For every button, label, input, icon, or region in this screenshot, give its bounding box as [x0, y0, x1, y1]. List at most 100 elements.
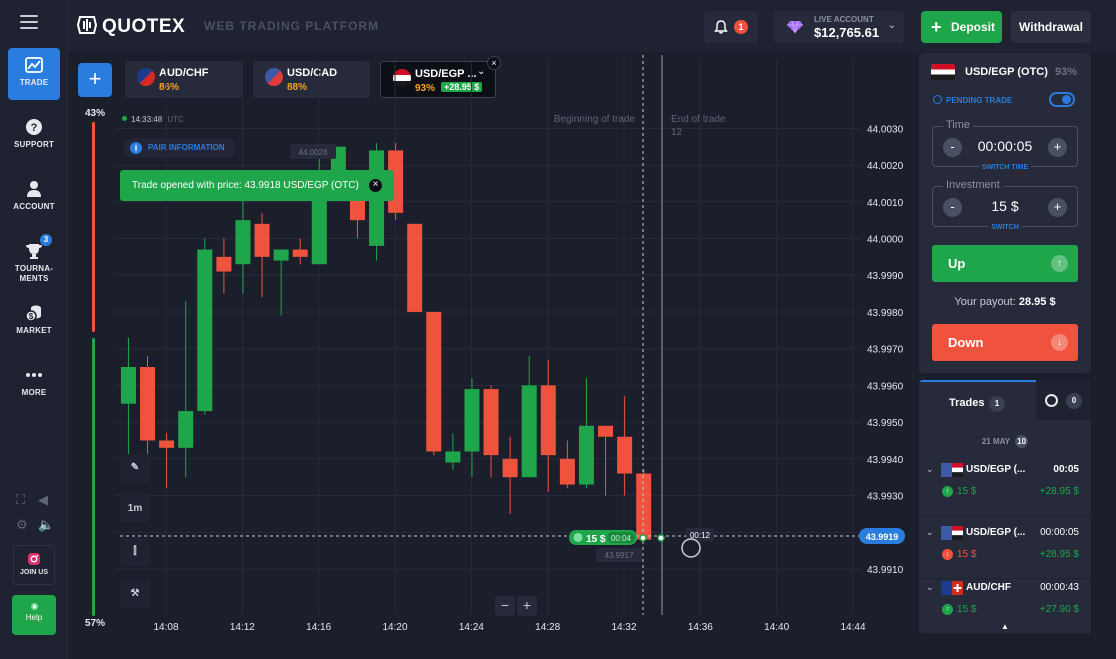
entry-marker-box: [596, 547, 642, 562]
y-tick-label: 43.9930: [867, 492, 904, 503]
notifications-button[interactable]: 1: [704, 11, 758, 43]
up-button[interactable]: Up ↑: [932, 245, 1078, 282]
menu-icon[interactable]: [20, 15, 38, 29]
close-tab-icon[interactable]: ×: [487, 56, 501, 70]
y-tick-label: 44.0000: [867, 235, 904, 246]
candle-body: [197, 249, 213, 412]
investment-plus-button[interactable]: +: [1048, 198, 1067, 217]
y-tick-label: 43.9950: [867, 418, 904, 429]
date-count-badge: 10: [1015, 435, 1029, 448]
join-us-button[interactable]: JOIN US: [13, 545, 55, 585]
investment-field[interactable]: Investment - 15 $ + SWITCH: [932, 179, 1078, 231]
chart-type-button[interactable]: ⫿: [120, 538, 150, 566]
pending-trade-text: PENDING TRADE: [946, 96, 1013, 105]
pending-trade-toggle[interactable]: [1049, 92, 1075, 107]
tab-history[interactable]: 0: [1036, 380, 1091, 420]
trade-row-profit: +28.95 $: [1039, 486, 1079, 497]
chevron-down-icon[interactable]: ⌄: [477, 66, 485, 77]
sidebar-item-label: MORE: [21, 388, 47, 397]
asset-tab-usdcad[interactable]: USD/CAD 88%: [253, 61, 370, 98]
withdrawal-button[interactable]: Withdrawal: [1011, 11, 1091, 43]
expiry-point: [657, 534, 665, 542]
sidebar-item-tournaments[interactable]: 3 TOURNA- MENTS: [8, 234, 60, 286]
time-plus-button[interactable]: +: [1048, 138, 1067, 157]
fullscreen-icon[interactable]: ⛶: [16, 492, 25, 508]
pair-information-button[interactable]: i PAIR INFORMATION: [124, 138, 235, 158]
back-arrow-icon[interactable]: ◀: [38, 492, 48, 508]
flag-usd-egp-icon: [941, 463, 963, 477]
trade-row-time: 00:00:43: [1040, 582, 1079, 593]
trade-asset-payout: 93%: [1055, 66, 1078, 78]
timer-box: [686, 527, 714, 541]
chevron-down-icon[interactable]: ⌄: [926, 582, 934, 593]
sidebar-item-market[interactable]: $ MARKET: [8, 296, 60, 348]
withdrawal-label: Withdrawal: [1019, 20, 1083, 34]
zoom-out-label: −: [500, 597, 510, 613]
sidebar-item-more[interactable]: MORE: [8, 358, 60, 410]
asset-tab-name: USD/EGP ...: [415, 68, 477, 80]
open-trade-time-box: [607, 531, 635, 543]
trades-tabs: Trades 1 0: [919, 380, 1091, 420]
draw-tool-button[interactable]: ✎: [120, 454, 150, 482]
sidebar-item-support[interactable]: ? SUPPORT: [8, 110, 60, 162]
pencil-icon: ✎: [130, 462, 140, 473]
timezone-label: UTC: [167, 115, 184, 124]
sidebar-item-label: TRADE: [19, 78, 49, 87]
scroll-up-icon[interactable]: ▲: [1001, 622, 1009, 631]
candle-body: [578, 425, 594, 485]
zoom-in-button[interactable]: +: [517, 596, 537, 616]
time-field-label: Time: [943, 119, 974, 131]
deposit-button[interactable]: + Deposit: [921, 11, 1002, 43]
logo-icon: [76, 16, 98, 34]
trade-row[interactable]: ⌄ USD/EGP (... 00:05 ↑ 15 $ +28.95 $: [919, 460, 1091, 516]
candle-body: [159, 440, 175, 448]
sidebar-item-account[interactable]: ACCOUNT: [8, 172, 60, 224]
trade-row[interactable]: ⌄ USD/EGP (... 00:00:05 ↓ 15 $ +28.95 $: [919, 523, 1091, 579]
logo-text: QUOTEX: [102, 16, 186, 37]
close-icon[interactable]: ×: [369, 179, 382, 192]
account-selector[interactable]: LIVE ACCOUNT $12,765.61 ⌄: [774, 11, 904, 43]
down-button[interactable]: Down ↓: [932, 324, 1078, 361]
sidebar-item-label: SUPPORT: [13, 140, 55, 149]
down-label: Down: [948, 335, 984, 350]
sidebar-item-trade[interactable]: TRADE: [8, 48, 60, 100]
chevron-down-icon[interactable]: ⌄: [926, 527, 934, 538]
y-tick-label: 44.0030: [867, 124, 904, 135]
candle-body: [407, 223, 423, 312]
y-tick-label: 43.9980: [867, 308, 904, 319]
switch-time-link[interactable]: SWITCH TIME: [933, 164, 1077, 171]
y-tick-label: 43.9910: [867, 565, 904, 576]
trade-row-amount: 15 $: [957, 549, 977, 560]
switch-label: SWITCH: [988, 224, 1022, 231]
gear-icon[interactable]: ⚙: [16, 517, 28, 533]
candle-body: [598, 425, 614, 437]
tab-trades[interactable]: Trades 1: [919, 380, 1036, 420]
asset-tab-usdegp[interactable]: USD/EGP ... ⌄ 93% +28.95 $ ×: [380, 56, 501, 98]
candle-body: [292, 249, 308, 257]
live-dot-icon: [122, 116, 127, 121]
indicators-icon: ⚒: [130, 588, 140, 599]
help-button[interactable]: Help: [12, 595, 56, 635]
indicators-button[interactable]: ⚒: [120, 580, 150, 608]
zoom-out-button[interactable]: −: [495, 596, 515, 616]
x-tick-label: 14:44: [840, 622, 865, 633]
logo[interactable]: QUOTEX: [76, 14, 185, 38]
candle-body: [426, 311, 442, 452]
trade-row-name: USD/EGP (...: [966, 527, 1026, 538]
candles-icon: ⫿: [133, 546, 137, 557]
switch-link[interactable]: SWITCH: [933, 224, 1077, 231]
platform-title: WEB TRADING PLATFORM: [204, 19, 380, 33]
x-tick-label: 14:36: [688, 622, 713, 633]
timeframe-button[interactable]: 1m: [120, 495, 150, 523]
asset-tab-audchf[interactable]: AUD/CHF 86%: [125, 61, 242, 98]
high-marker-label: 44.0028: [299, 148, 328, 157]
payout-label: Your payout:: [954, 296, 1016, 308]
plus-icon: +: [931, 17, 942, 37]
candle-body: [235, 220, 251, 265]
add-asset-button[interactable]: +: [78, 63, 112, 97]
x-tick-label: 14:16: [306, 622, 331, 633]
time-field[interactable]: Time - 00:00:05 + SWITCH TIME: [932, 119, 1078, 171]
header: QUOTEX WEB TRADING PLATFORM 1 LIVE ACCOU…: [68, 0, 1116, 52]
speaker-icon[interactable]: 🔈: [38, 517, 54, 533]
chevron-down-icon[interactable]: ⌄: [926, 464, 934, 475]
